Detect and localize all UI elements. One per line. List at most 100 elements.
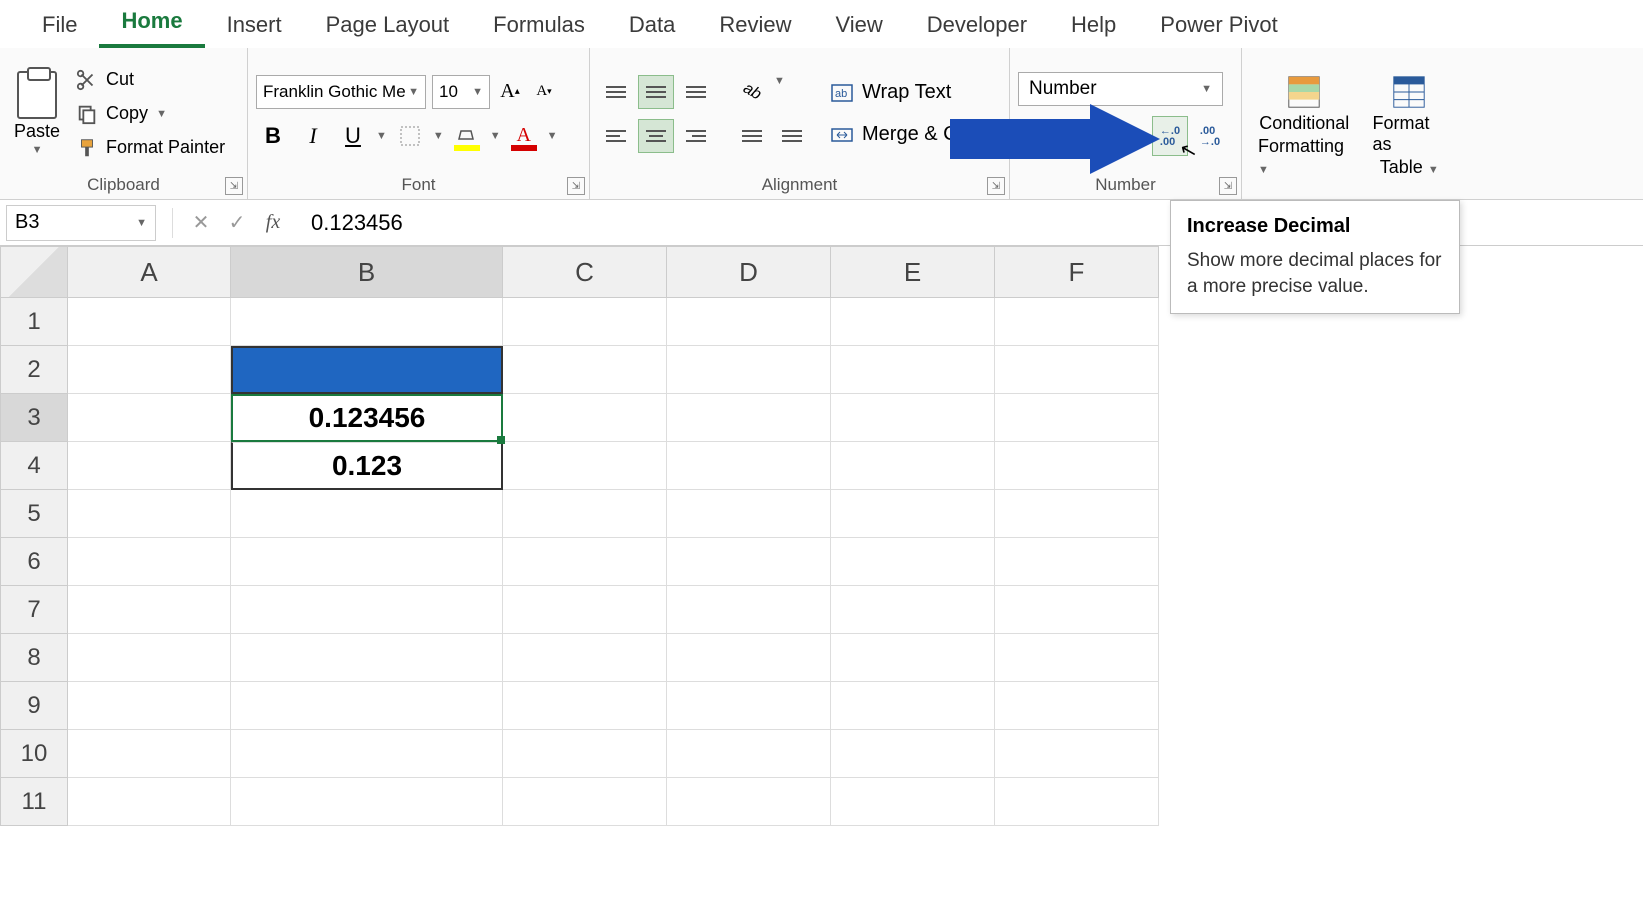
cell-D8[interactable] <box>667 634 831 682</box>
cell-E5[interactable] <box>831 490 995 538</box>
row-header-3[interactable]: 3 <box>0 394 68 442</box>
number-dialog-launcher[interactable]: ⇲ <box>1219 177 1237 195</box>
cell-E4[interactable] <box>831 442 995 490</box>
cell-B7[interactable] <box>231 586 503 634</box>
cell-C7[interactable] <box>503 586 667 634</box>
cell-E10[interactable] <box>831 730 995 778</box>
cell-A3[interactable] <box>68 394 231 442</box>
font-color-button[interactable]: A <box>507 119 541 153</box>
tab-help[interactable]: Help <box>1049 4 1138 48</box>
row-header-2[interactable]: 2 <box>0 346 68 394</box>
cell-A4[interactable] <box>68 442 231 490</box>
tab-file[interactable]: File <box>20 4 99 48</box>
cell-B6[interactable] <box>231 538 503 586</box>
cell-D5[interactable] <box>667 490 831 538</box>
cell-D7[interactable] <box>667 586 831 634</box>
cell-B1[interactable] <box>231 298 503 346</box>
cell-B4[interactable]: 0.123 <box>231 442 503 490</box>
paste-button[interactable]: Paste ▼ <box>8 67 66 160</box>
cell-C4[interactable] <box>503 442 667 490</box>
enter-formula-button[interactable]: ✓ <box>219 205 255 241</box>
chevron-down-icon[interactable]: ▼ <box>547 130 558 142</box>
row-header-6[interactable]: 6 <box>0 538 68 586</box>
align-bottom-button[interactable] <box>678 75 714 109</box>
cell-C3[interactable] <box>503 394 667 442</box>
tab-home[interactable]: Home <box>99 0 204 48</box>
cell-F1[interactable] <box>995 298 1159 346</box>
bold-button[interactable]: B <box>256 119 290 153</box>
cell-F10[interactable] <box>995 730 1159 778</box>
cell-B3[interactable]: 0.123456 <box>231 394 503 442</box>
align-left-button[interactable] <box>598 119 634 153</box>
align-middle-button[interactable] <box>638 75 674 109</box>
increase-indent-button[interactable] <box>774 119 810 153</box>
row-header-5[interactable]: 5 <box>0 490 68 538</box>
cell-F11[interactable] <box>995 778 1159 826</box>
cell-E6[interactable] <box>831 538 995 586</box>
cell-D11[interactable] <box>667 778 831 826</box>
row-header-10[interactable]: 10 <box>0 730 68 778</box>
cell-D4[interactable] <box>667 442 831 490</box>
italic-button[interactable]: I <box>296 119 330 153</box>
align-top-button[interactable] <box>598 75 634 109</box>
clipboard-dialog-launcher[interactable]: ⇲ <box>225 177 243 195</box>
tab-insert[interactable]: Insert <box>205 4 304 48</box>
cell-E2[interactable] <box>831 346 995 394</box>
cell-A10[interactable] <box>68 730 231 778</box>
number-format-select[interactable]: Number▼ <box>1018 72 1223 106</box>
cell-E9[interactable] <box>831 682 995 730</box>
column-header-D[interactable]: D <box>667 246 831 298</box>
cell-F3[interactable] <box>995 394 1159 442</box>
cell-C2[interactable] <box>503 346 667 394</box>
alignment-dialog-launcher[interactable]: ⇲ <box>987 177 1005 195</box>
cell-F4[interactable] <box>995 442 1159 490</box>
underline-button[interactable]: U <box>336 119 370 153</box>
cell-F7[interactable] <box>995 586 1159 634</box>
cell-C1[interactable] <box>503 298 667 346</box>
format-as-table-button[interactable]: Format as Table ▼ <box>1364 71 1454 180</box>
conditional-formatting-button[interactable]: Conditional Formatting ▼ <box>1250 71 1358 180</box>
cell-D10[interactable] <box>667 730 831 778</box>
cell-D1[interactable] <box>667 298 831 346</box>
cell-A1[interactable] <box>68 298 231 346</box>
chevron-down-icon[interactable]: ▼ <box>376 130 387 142</box>
chevron-down-icon[interactable]: ▼ <box>490 130 501 142</box>
insert-function-button[interactable]: fx <box>255 205 291 241</box>
font-dialog-launcher[interactable]: ⇲ <box>567 177 585 195</box>
cell-B9[interactable] <box>231 682 503 730</box>
fill-color-button[interactable] <box>450 119 484 153</box>
chevron-down-icon[interactable]: ▼ <box>433 130 444 142</box>
decrease-font-button[interactable]: A▾ <box>530 75 558 109</box>
cell-B8[interactable] <box>231 634 503 682</box>
tab-view[interactable]: View <box>813 4 904 48</box>
row-header-9[interactable]: 9 <box>0 682 68 730</box>
copy-button[interactable]: Copy ▼ <box>72 101 229 127</box>
row-header-4[interactable]: 4 <box>0 442 68 490</box>
cell-F9[interactable] <box>995 682 1159 730</box>
cell-A7[interactable] <box>68 586 231 634</box>
cell-B2[interactable] <box>231 346 503 394</box>
cut-button[interactable]: Cut <box>72 67 229 93</box>
cell-E3[interactable] <box>831 394 995 442</box>
tab-power-pivot[interactable]: Power Pivot <box>1138 4 1299 48</box>
cell-C8[interactable] <box>503 634 667 682</box>
cell-D6[interactable] <box>667 538 831 586</box>
cell-F8[interactable] <box>995 634 1159 682</box>
cell-E1[interactable] <box>831 298 995 346</box>
cell-C6[interactable] <box>503 538 667 586</box>
cell-D2[interactable] <box>667 346 831 394</box>
cell-A6[interactable] <box>68 538 231 586</box>
cell-A2[interactable] <box>68 346 231 394</box>
tab-developer[interactable]: Developer <box>905 4 1049 48</box>
cell-F2[interactable] <box>995 346 1159 394</box>
font-size-select[interactable]: 10▼ <box>432 75 490 109</box>
chevron-down-icon[interactable]: ▼ <box>156 108 167 120</box>
format-painter-button[interactable]: Format Painter <box>72 135 229 161</box>
cell-C5[interactable] <box>503 490 667 538</box>
cancel-formula-button[interactable]: ✕ <box>183 205 219 241</box>
align-center-button[interactable] <box>638 119 674 153</box>
column-header-C[interactable]: C <box>503 246 667 298</box>
row-header-7[interactable]: 7 <box>0 586 68 634</box>
column-header-E[interactable]: E <box>831 246 995 298</box>
cell-E11[interactable] <box>831 778 995 826</box>
